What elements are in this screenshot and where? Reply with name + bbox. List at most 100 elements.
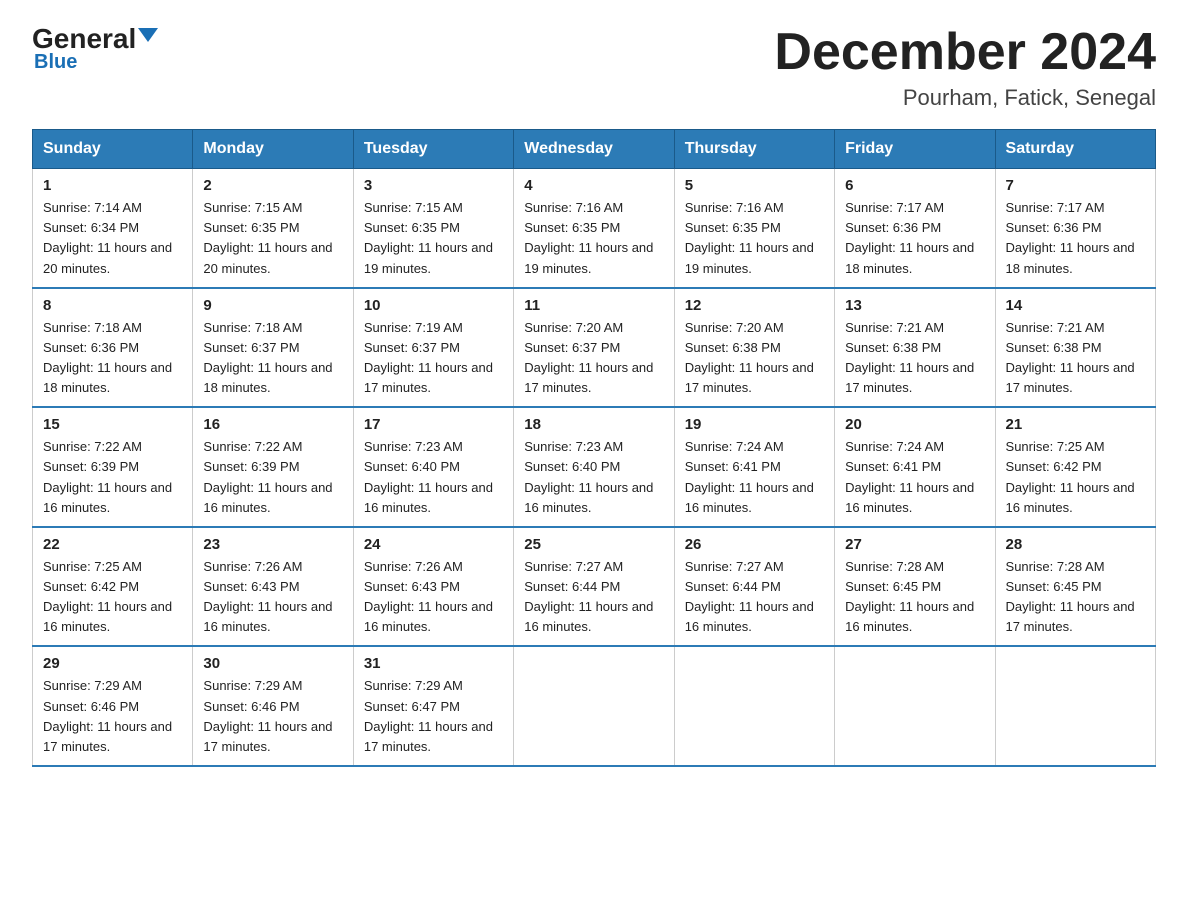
week-row-1: 1 Sunrise: 7:14 AMSunset: 6:34 PMDaylight… xyxy=(33,169,1156,288)
day-cell-24: 24 Sunrise: 7:26 AMSunset: 6:43 PMDayligh… xyxy=(353,527,513,647)
header-friday: Friday xyxy=(835,130,995,169)
day-number: 29 xyxy=(43,655,182,672)
day-info: Sunrise: 7:22 AMSunset: 6:39 PMDaylight:… xyxy=(43,437,182,518)
day-info: Sunrise: 7:28 AMSunset: 6:45 PMDaylight:… xyxy=(1006,557,1145,638)
day-info: Sunrise: 7:27 AMSunset: 6:44 PMDaylight:… xyxy=(524,557,663,638)
day-number: 13 xyxy=(845,297,984,314)
day-number: 5 xyxy=(685,177,824,194)
day-info: Sunrise: 7:17 AMSunset: 6:36 PMDaylight:… xyxy=(845,198,984,279)
day-number: 16 xyxy=(203,416,342,433)
empty-cell xyxy=(835,646,995,766)
day-cell-6: 6 Sunrise: 7:17 AMSunset: 6:36 PMDaylight… xyxy=(835,169,995,288)
header-wednesday: Wednesday xyxy=(514,130,674,169)
page-header: General Blue December 2024 Pourham, Fati… xyxy=(32,24,1156,111)
day-info: Sunrise: 7:28 AMSunset: 6:45 PMDaylight:… xyxy=(845,557,984,638)
day-cell-3: 3 Sunrise: 7:15 AMSunset: 6:35 PMDaylight… xyxy=(353,169,513,288)
day-number: 1 xyxy=(43,177,182,194)
day-cell-30: 30Sunrise: 7:29 AMSunset: 6:46 PMDayligh… xyxy=(193,646,353,766)
day-number: 31 xyxy=(364,655,503,672)
header-sunday: Sunday xyxy=(33,130,193,169)
day-cell-17: 17 Sunrise: 7:23 AMSunset: 6:40 PMDayligh… xyxy=(353,407,513,527)
day-cell-13: 13 Sunrise: 7:21 AMSunset: 6:38 PMDayligh… xyxy=(835,288,995,408)
day-number: 24 xyxy=(364,536,503,553)
day-cell-23: 23 Sunrise: 7:26 AMSunset: 6:43 PMDayligh… xyxy=(193,527,353,647)
day-cell-19: 19 Sunrise: 7:24 AMSunset: 6:41 PMDayligh… xyxy=(674,407,834,527)
day-cell-22: 22 Sunrise: 7:25 AMSunset: 6:42 PMDayligh… xyxy=(33,527,193,647)
day-cell-7: 7Sunrise: 7:17 AMSunset: 6:36 PMDaylight… xyxy=(995,169,1155,288)
day-info: Sunrise: 7:25 AMSunset: 6:42 PMDaylight:… xyxy=(1006,437,1145,518)
day-number: 12 xyxy=(685,297,824,314)
day-cell-16: 16Sunrise: 7:22 AMSunset: 6:39 PMDayligh… xyxy=(193,407,353,527)
week-row-3: 15Sunrise: 7:22 AMSunset: 6:39 PMDayligh… xyxy=(33,407,1156,527)
logo-blue: Blue xyxy=(32,51,77,74)
day-number: 3 xyxy=(364,177,503,194)
day-number: 14 xyxy=(1006,297,1145,314)
day-number: 25 xyxy=(524,536,663,553)
header-saturday: Saturday xyxy=(995,130,1155,169)
header-tuesday: Tuesday xyxy=(353,130,513,169)
day-cell-10: 10Sunrise: 7:19 AMSunset: 6:37 PMDayligh… xyxy=(353,288,513,408)
day-number: 19 xyxy=(685,416,824,433)
day-info: Sunrise: 7:15 AMSunset: 6:35 PMDaylight:… xyxy=(364,198,503,279)
logo: General Blue xyxy=(32,24,158,74)
day-info: Sunrise: 7:21 AMSunset: 6:38 PMDaylight:… xyxy=(845,318,984,399)
day-info: Sunrise: 7:18 AMSunset: 6:37 PMDaylight:… xyxy=(203,318,342,399)
day-info: Sunrise: 7:26 AMSunset: 6:43 PMDaylight:… xyxy=(364,557,503,638)
day-number: 30 xyxy=(203,655,342,672)
day-info: Sunrise: 7:21 AMSunset: 6:38 PMDaylight:… xyxy=(1006,318,1145,399)
day-cell-18: 18 Sunrise: 7:23 AMSunset: 6:40 PMDayligh… xyxy=(514,407,674,527)
day-number: 11 xyxy=(524,297,663,314)
day-info: Sunrise: 7:24 AMSunset: 6:41 PMDaylight:… xyxy=(685,437,824,518)
day-cell-1: 1 Sunrise: 7:14 AMSunset: 6:34 PMDaylight… xyxy=(33,169,193,288)
day-cell-29: 29 Sunrise: 7:29 AMSunset: 6:46 PMDayligh… xyxy=(33,646,193,766)
logo-triangle-icon xyxy=(138,28,158,42)
empty-cell xyxy=(995,646,1155,766)
day-number: 18 xyxy=(524,416,663,433)
header-thursday: Thursday xyxy=(674,130,834,169)
day-number: 27 xyxy=(845,536,984,553)
day-number: 23 xyxy=(203,536,342,553)
day-number: 2 xyxy=(203,177,342,194)
day-info: Sunrise: 7:29 AMSunset: 6:46 PMDaylight:… xyxy=(43,676,182,757)
week-row-2: 8 Sunrise: 7:18 AMSunset: 6:36 PMDaylight… xyxy=(33,288,1156,408)
day-cell-15: 15Sunrise: 7:22 AMSunset: 6:39 PMDayligh… xyxy=(33,407,193,527)
day-info: Sunrise: 7:25 AMSunset: 6:42 PMDaylight:… xyxy=(43,557,182,638)
day-info: Sunrise: 7:23 AMSunset: 6:40 PMDaylight:… xyxy=(524,437,663,518)
day-number: 26 xyxy=(685,536,824,553)
day-cell-4: 4Sunrise: 7:16 AMSunset: 6:35 PMDaylight… xyxy=(514,169,674,288)
header-monday: Monday xyxy=(193,130,353,169)
day-number: 6 xyxy=(845,177,984,194)
title-area: December 2024 Pourham, Fatick, Senegal xyxy=(774,24,1156,111)
empty-cell xyxy=(514,646,674,766)
week-row-5: 29 Sunrise: 7:29 AMSunset: 6:46 PMDayligh… xyxy=(33,646,1156,766)
day-number: 17 xyxy=(364,416,503,433)
week-row-4: 22 Sunrise: 7:25 AMSunset: 6:42 PMDayligh… xyxy=(33,527,1156,647)
day-info: Sunrise: 7:24 AMSunset: 6:41 PMDaylight:… xyxy=(845,437,984,518)
day-info: Sunrise: 7:15 AMSunset: 6:35 PMDaylight:… xyxy=(203,198,342,279)
day-info: Sunrise: 7:20 AMSunset: 6:38 PMDaylight:… xyxy=(685,318,824,399)
day-info: Sunrise: 7:14 AMSunset: 6:34 PMDaylight:… xyxy=(43,198,182,279)
day-cell-31: 31 Sunrise: 7:29 AMSunset: 6:47 PMDayligh… xyxy=(353,646,513,766)
day-number: 8 xyxy=(43,297,182,314)
day-cell-14: 14 Sunrise: 7:21 AMSunset: 6:38 PMDayligh… xyxy=(995,288,1155,408)
day-info: Sunrise: 7:27 AMSunset: 6:44 PMDaylight:… xyxy=(685,557,824,638)
day-info: Sunrise: 7:20 AMSunset: 6:37 PMDaylight:… xyxy=(524,318,663,399)
day-cell-5: 5 Sunrise: 7:16 AMSunset: 6:35 PMDaylight… xyxy=(674,169,834,288)
day-info: Sunrise: 7:26 AMSunset: 6:43 PMDaylight:… xyxy=(203,557,342,638)
day-number: 21 xyxy=(1006,416,1145,433)
day-cell-20: 20Sunrise: 7:24 AMSunset: 6:41 PMDayligh… xyxy=(835,407,995,527)
day-info: Sunrise: 7:17 AMSunset: 6:36 PMDaylight:… xyxy=(1006,198,1145,279)
day-number: 22 xyxy=(43,536,182,553)
day-cell-25: 25 Sunrise: 7:27 AMSunset: 6:44 PMDayligh… xyxy=(514,527,674,647)
day-number: 28 xyxy=(1006,536,1145,553)
calendar-table: SundayMondayTuesdayWednesdayThursdayFrid… xyxy=(32,129,1156,767)
day-info: Sunrise: 7:16 AMSunset: 6:35 PMDaylight:… xyxy=(685,198,824,279)
day-info: Sunrise: 7:18 AMSunset: 6:36 PMDaylight:… xyxy=(43,318,182,399)
day-cell-8: 8 Sunrise: 7:18 AMSunset: 6:36 PMDaylight… xyxy=(33,288,193,408)
day-info: Sunrise: 7:29 AMSunset: 6:47 PMDaylight:… xyxy=(364,676,503,757)
day-number: 4 xyxy=(524,177,663,194)
day-info: Sunrise: 7:23 AMSunset: 6:40 PMDaylight:… xyxy=(364,437,503,518)
day-cell-9: 9Sunrise: 7:18 AMSunset: 6:37 PMDaylight… xyxy=(193,288,353,408)
day-cell-28: 28 Sunrise: 7:28 AMSunset: 6:45 PMDayligh… xyxy=(995,527,1155,647)
page-subtitle: Pourham, Fatick, Senegal xyxy=(774,85,1156,111)
